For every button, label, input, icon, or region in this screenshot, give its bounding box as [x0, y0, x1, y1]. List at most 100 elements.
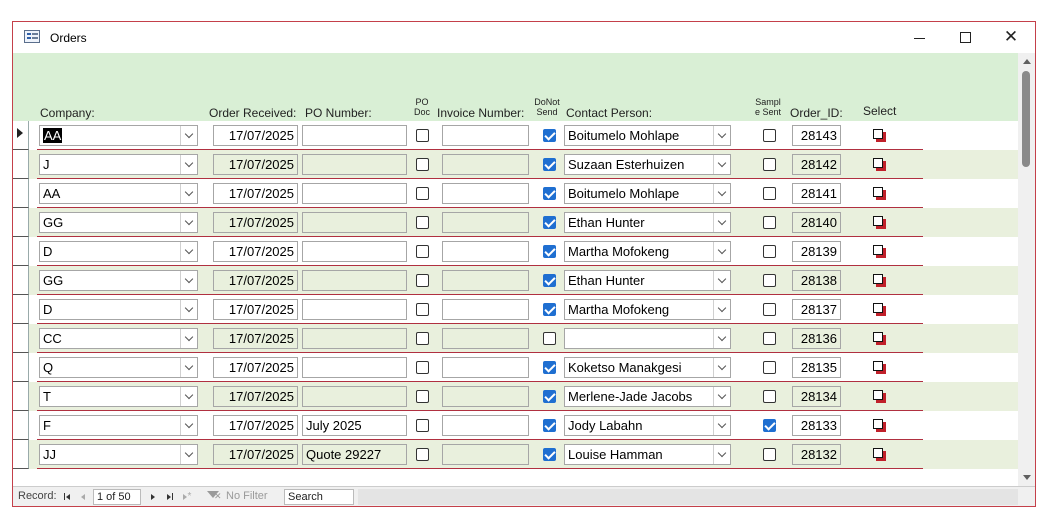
invoice-number-field[interactable]: [442, 241, 529, 262]
po-number-field[interactable]: [302, 183, 407, 204]
filter-status[interactable]: No Filter: [226, 490, 268, 502]
current-record-field[interactable]: 1 of 50: [93, 489, 141, 505]
invoice-number-field[interactable]: [442, 299, 529, 320]
select-record-icon[interactable]: [873, 303, 887, 317]
company-dropdown-button[interactable]: [180, 155, 197, 174]
sample-sent-checkbox[interactable]: [763, 390, 776, 403]
order-id-field[interactable]: 28133: [792, 415, 841, 436]
record-selector[interactable]: [13, 411, 29, 440]
sample-sent-checkbox[interactable]: [763, 187, 776, 200]
contact-person-combo[interactable]: Ethan Hunter: [564, 212, 731, 233]
order-id-field[interactable]: 28136: [792, 328, 841, 349]
sample-sent-checkbox[interactable]: [763, 158, 776, 171]
contact-dropdown-button[interactable]: [713, 445, 730, 464]
select-record-icon[interactable]: [873, 448, 887, 462]
select-record-icon[interactable]: [873, 158, 887, 172]
contact-person-combo[interactable]: Louise Hamman: [564, 444, 731, 465]
order-id-field[interactable]: 28140: [792, 212, 841, 233]
contact-person-combo[interactable]: Martha Mofokeng: [564, 241, 731, 262]
order-received-field[interactable]: 17/07/2025: [213, 212, 298, 233]
order-id-field[interactable]: 28134: [792, 386, 841, 407]
minimize-button[interactable]: [896, 22, 942, 53]
po-doc-checkbox[interactable]: [416, 303, 429, 316]
company-combo[interactable]: T: [39, 386, 198, 407]
po-number-field[interactable]: [302, 328, 407, 349]
company-combo[interactable]: GG: [39, 270, 198, 291]
order-received-field[interactable]: 17/07/2025: [213, 328, 298, 349]
contact-person-combo[interactable]: Martha Mofokeng: [564, 299, 731, 320]
record-selector[interactable]: [13, 121, 29, 150]
order-received-field[interactable]: 17/07/2025: [213, 270, 298, 291]
order-id-field[interactable]: 28138: [792, 270, 841, 291]
donot-send-checkbox[interactable]: [543, 448, 556, 461]
sample-sent-checkbox[interactable]: [763, 245, 776, 258]
order-id-field[interactable]: 28139: [792, 241, 841, 262]
search-input[interactable]: Search: [284, 489, 354, 505]
contact-person-combo[interactable]: Merlene-Jade Jacobs: [564, 386, 731, 407]
record-selector[interactable]: [13, 440, 29, 469]
donot-send-checkbox[interactable]: [543, 361, 556, 374]
po-doc-checkbox[interactable]: [416, 448, 429, 461]
po-number-field[interactable]: [302, 212, 407, 233]
contact-dropdown-button[interactable]: [713, 126, 730, 145]
record-selector[interactable]: [13, 353, 29, 382]
previous-record-icon[interactable]: [77, 490, 89, 503]
order-id-field[interactable]: 28135: [792, 357, 841, 378]
contact-person-combo[interactable]: Jody Labahn: [564, 415, 731, 436]
company-dropdown-button[interactable]: [180, 445, 197, 464]
donot-send-checkbox[interactable]: [543, 390, 556, 403]
po-number-field[interactable]: July 2025: [302, 415, 407, 436]
company-combo[interactable]: AA: [39, 125, 198, 146]
sample-sent-checkbox[interactable]: [763, 361, 776, 374]
company-dropdown-button[interactable]: [180, 213, 197, 232]
contact-person-combo[interactable]: Boitumelo Mohlape: [564, 125, 731, 146]
contact-dropdown-button[interactable]: [713, 329, 730, 348]
order-received-field[interactable]: 17/07/2025: [213, 357, 298, 378]
record-selector[interactable]: [13, 324, 29, 353]
po-doc-checkbox[interactable]: [416, 129, 429, 142]
po-number-field[interactable]: [302, 270, 407, 291]
order-received-field[interactable]: 17/07/2025: [213, 154, 298, 175]
contact-person-combo[interactable]: Boitumelo Mohlape: [564, 183, 731, 204]
contact-dropdown-button[interactable]: [713, 416, 730, 435]
sample-sent-checkbox[interactable]: [763, 419, 776, 432]
scroll-up-button[interactable]: [1018, 53, 1035, 70]
po-number-field[interactable]: [302, 241, 407, 262]
select-record-icon[interactable]: [873, 274, 887, 288]
invoice-number-field[interactable]: [442, 125, 529, 146]
contact-dropdown-button[interactable]: [713, 213, 730, 232]
company-combo[interactable]: CC: [39, 328, 198, 349]
company-combo[interactable]: D: [39, 241, 198, 262]
po-doc-checkbox[interactable]: [416, 158, 429, 171]
po-doc-checkbox[interactable]: [416, 216, 429, 229]
sample-sent-checkbox[interactable]: [763, 216, 776, 229]
select-record-icon[interactable]: [873, 187, 887, 201]
order-id-field[interactable]: 28143: [792, 125, 841, 146]
scroll-down-button[interactable]: [1018, 469, 1035, 486]
sample-sent-checkbox[interactable]: [763, 274, 776, 287]
record-selector[interactable]: [13, 266, 29, 295]
record-selector[interactable]: [13, 382, 29, 411]
sample-sent-checkbox[interactable]: [763, 129, 776, 142]
order-received-field[interactable]: 17/07/2025: [213, 299, 298, 320]
no-filter-icon[interactable]: [206, 490, 222, 503]
invoice-number-field[interactable]: [442, 183, 529, 204]
maximize-button[interactable]: [942, 22, 988, 53]
company-combo[interactable]: AA: [39, 183, 198, 204]
contact-dropdown-button[interactable]: [713, 271, 730, 290]
contact-person-combo[interactable]: Koketso Manakgesi: [564, 357, 731, 378]
first-record-icon[interactable]: [61, 490, 73, 503]
record-selector[interactable]: [13, 295, 29, 324]
record-selector[interactable]: [13, 237, 29, 266]
po-doc-checkbox[interactable]: [416, 332, 429, 345]
horizontal-scrollbar[interactable]: [358, 489, 1018, 505]
company-combo[interactable]: GG: [39, 212, 198, 233]
order-id-field[interactable]: 28141: [792, 183, 841, 204]
po-number-field[interactable]: Quote 29227: [302, 444, 407, 465]
donot-send-checkbox[interactable]: [543, 158, 556, 171]
next-record-icon[interactable]: [147, 490, 159, 503]
po-number-field[interactable]: [302, 154, 407, 175]
select-record-icon[interactable]: [873, 361, 887, 375]
po-number-field[interactable]: [302, 357, 407, 378]
order-received-field[interactable]: 17/07/2025: [213, 444, 298, 465]
